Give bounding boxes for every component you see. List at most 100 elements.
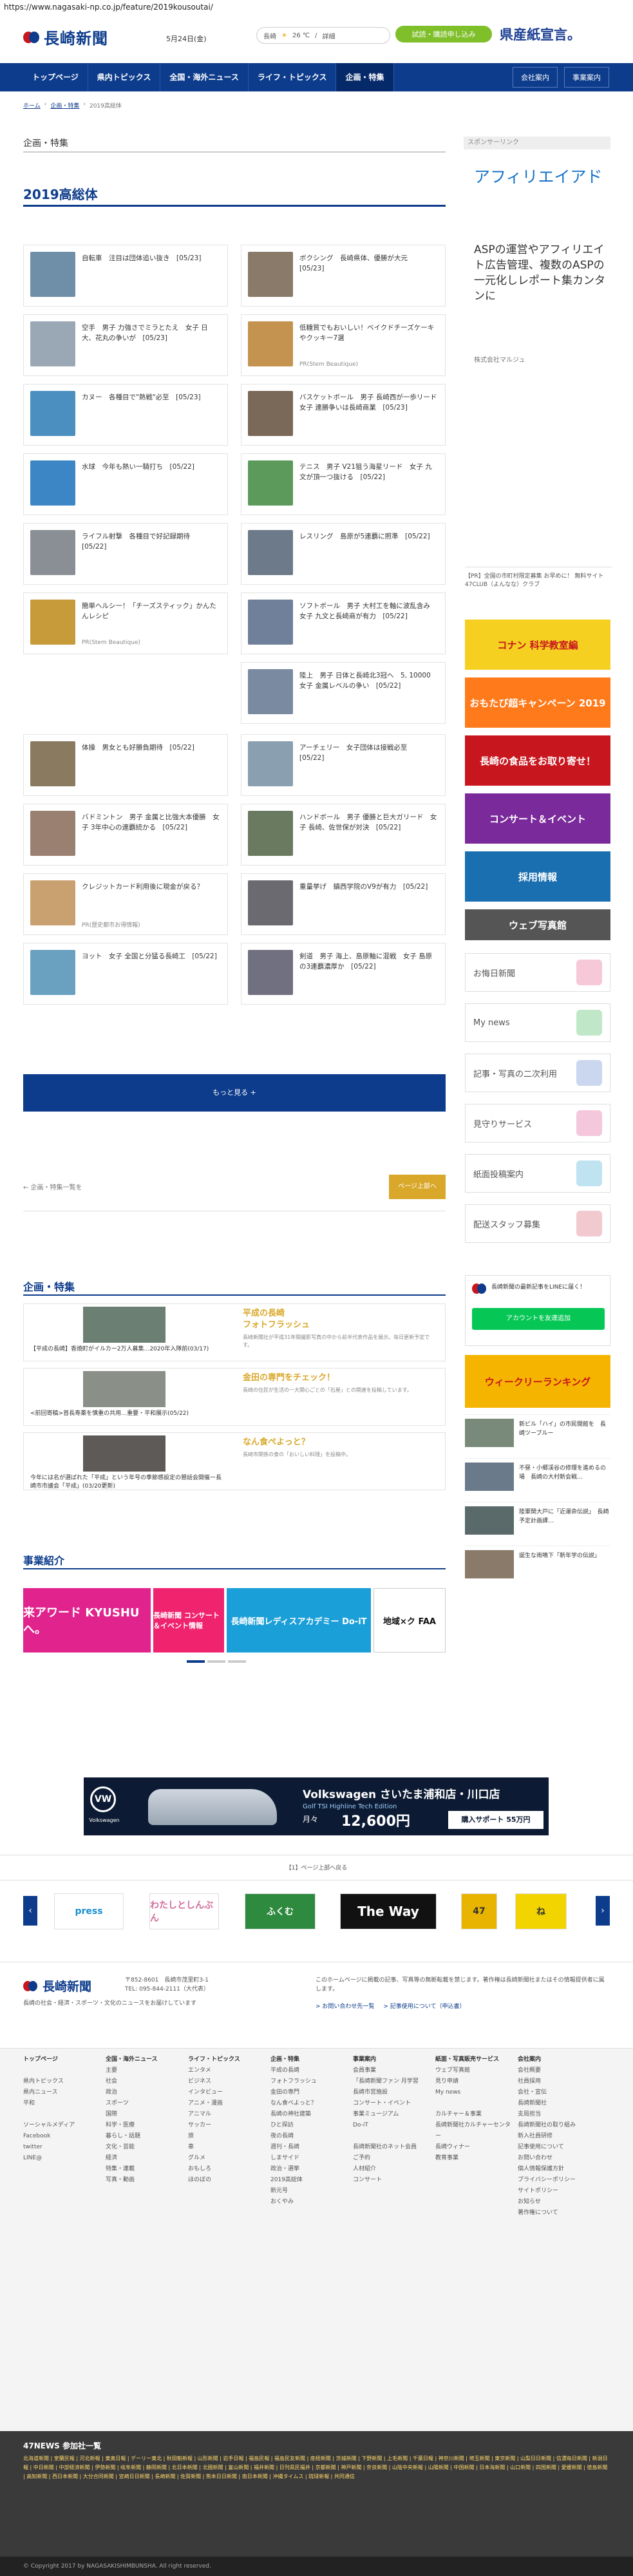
footer-usage-link[interactable]: > 記事使用について（申込書） (383, 2002, 465, 2010)
sitemap-link[interactable]: 社会 (106, 2076, 183, 2087)
sidebar-banner[interactable]: 採用情報 (465, 851, 610, 902)
article-card[interactable]: バドミントン 男子 金属と比強大本優勝 女子 3年中心の連覇続かる [05/22… (23, 804, 228, 866)
slider-dot[interactable] (228, 1660, 246, 1663)
sitemap-link[interactable]: 長崎の神社建築 (270, 2109, 348, 2120)
sidebar-button-watch[interactable]: 見守りサービス (465, 1104, 610, 1142)
sitemap-link[interactable]: 記事使用について (518, 2142, 595, 2153)
sitemap-link[interactable]: 夜の長崎 (270, 2131, 348, 2142)
sitemap-link[interactable]: インタビュー (188, 2087, 265, 2098)
feature-card[interactable]: <前回寄稿>首長寿薬を慎重の共用…重要・平和展示(05/22) 金田の専門をチェ… (23, 1368, 446, 1426)
sitemap-link[interactable]: 国際 (106, 2109, 183, 2120)
sitemap-link[interactable]: 車 (188, 2142, 265, 2153)
sidebar-article[interactable]: 不昼・小郷渓谷の修理を進めるの場 長崎の大村新会戦… (465, 1458, 610, 1492)
feature-card[interactable]: 今年には名が選ばれた「平成」という年号の季節感設定の懇話会開催ー長崎市市議会「平… (23, 1432, 446, 1490)
sitemap-link[interactable]: 会社・宣伝 (518, 2087, 595, 2098)
slider-dots[interactable] (187, 1660, 246, 1663)
site-logo[interactable]: 長崎新聞 (23, 26, 108, 48)
sitemap-link[interactable]: LINE@ (23, 2153, 100, 2164)
ranking-banner[interactable]: ウィークリーランキング (465, 1355, 610, 1408)
feature-card[interactable]: 【平成の長崎】香焼町がイルカー2万人募集…2020年入隊前(03/17) 平成の… (23, 1303, 446, 1361)
nav-item-local[interactable]: 県内トピックス (88, 63, 161, 91)
sidebar-article[interactable]: 新ビル「ハイ」の市民開館を 長崎ツーブルー (465, 1414, 610, 1448)
sitemap-link[interactable]: コンサート・イベント (353, 2098, 430, 2109)
weather-detail-link[interactable]: 詳細 (322, 31, 335, 41)
sidebar-button-staff[interactable]: 配送スタッフ募集 (465, 1204, 610, 1243)
footer-contact-link[interactable]: > お問い合わせ先一覧 (316, 2002, 374, 2010)
sidebar-button-obituary[interactable]: お悔日新聞 (465, 953, 610, 992)
sitemap-link[interactable]: 「長崎新聞ファン 月学習 (353, 2076, 430, 2087)
sitemap-link[interactable]: 科学・医療 (106, 2120, 183, 2131)
sitemap-link[interactable]: お知らせ (518, 2197, 595, 2208)
weather-widget[interactable]: 長崎 ☀ 26 ℃ / 詳細 (256, 27, 390, 44)
sitemap-link[interactable]: フォトフラッシュ (270, 2076, 348, 2087)
sitemap-link[interactable]: twitter (23, 2142, 100, 2153)
feature-list-link[interactable]: ← 企画・特集一覧を (23, 1182, 82, 1191)
sitemap-link[interactable]: コンサート (353, 2175, 430, 2186)
sitemap-link[interactable]: 個人情報保護方針 (518, 2164, 595, 2175)
sidebar-article[interactable]: 陸軍関大戸に「近運命伝説」 長崎予定計画課… (465, 1502, 610, 1535)
sitemap-link[interactable]: ソーシャルメディア (23, 2120, 100, 2131)
sitemap-link[interactable]: 特集・連載 (106, 2164, 183, 2175)
ad-cta-button[interactable]: 購入サポート 55万円 (448, 1811, 543, 1829)
article-card[interactable]: 重量挙げ 鎮西学院のV9が有力 [05/22] (241, 873, 446, 935)
sidebar-banner[interactable]: おもたび超キャンペーン 2019 (465, 677, 610, 728)
article-card[interactable]: クレジットカード利用後に現金が戻る？ PR(歴史都市お得情報) (23, 873, 228, 935)
sitemap-link[interactable]: 著作権について (518, 2208, 595, 2219)
sitemap-link[interactable]: 政治・選挙 (270, 2164, 348, 2175)
sitemap-link[interactable]: 長崎新聞社カルチャーセンター (435, 2120, 513, 2142)
page-top-button[interactable]: ページ上部へ (389, 1175, 446, 1199)
sitemap-link[interactable]: サイトポリシー (518, 2186, 595, 2197)
sitemap-link[interactable]: 見り申請 (435, 2076, 513, 2087)
sidebar-article[interactable]: 誕生な雨鳴下「新年学の伝説」 (465, 1546, 610, 1579)
sitemap-link[interactable]: サッカー (188, 2120, 265, 2131)
slider-dot[interactable] (187, 1660, 205, 1663)
sponsor-ad-desc[interactable]: ASPの運営やアフィリエイト広告管理、複数のASPの一元化しレポート集カンタンに (474, 242, 609, 304)
nav-company-button[interactable]: 会社案内 (513, 67, 558, 88)
header-banner[interactable]: 県産紙宣言。 (500, 23, 616, 45)
sitemap-link[interactable]: アニメ・漫画 (188, 2098, 265, 2109)
sitemap-link[interactable]: 暮らし・話題 (106, 2131, 183, 2142)
sitemap-link[interactable]: 県内トピックス (23, 2076, 100, 2087)
sitemap-link[interactable]: 平和 (23, 2098, 100, 2109)
partner-logo[interactable]: 47 (461, 1893, 497, 1929)
sponsor-ad-title[interactable]: アフィリエイアド (474, 166, 609, 187)
sitemap-link[interactable]: 県内ニュース (23, 2087, 100, 2098)
sitemap-heading[interactable]: ライフ・トピックス (188, 2054, 265, 2065)
business-slide[interactable]: 長崎新聞レディスアカデミー Do-iT (227, 1588, 371, 1653)
vw-ad-banner[interactable]: VW Volkswagen Volkswagen さいたま浦和店・川口店 Gol… (84, 1777, 549, 1835)
sitemap-link[interactable]: 長崎新聞社 (518, 2098, 595, 2109)
sitemap-link[interactable]: Do-iT (353, 2120, 430, 2131)
sitemap-heading[interactable]: 事業案内 (353, 2054, 430, 2065)
sidebar-pr-note[interactable]: 【PR】全国の市町村限定募集 お早めに！ 無料サイト 47CLUB（よんなな）ク… (465, 567, 612, 589)
nav-item-top[interactable]: トップページ (23, 63, 88, 91)
sitemap-link[interactable]: 支局担当 (518, 2109, 595, 2120)
sitemap-link[interactable]: ご予約 (353, 2153, 430, 2164)
article-card[interactable]: ライフル射撃 各種目で好記録期待 [05/22] (23, 523, 228, 585)
sitemap-link[interactable]: Facebook (23, 2131, 100, 2142)
sitemap-link[interactable]: 長崎市営施設 (353, 2087, 430, 2098)
chevron-right-icon[interactable]: › (596, 1896, 610, 1926)
sitemap-link[interactable]: 事業ミュージアム (353, 2109, 430, 2120)
sitemap-link[interactable]: 経済 (106, 2153, 183, 2164)
slider-dot[interactable] (207, 1660, 225, 1663)
sitemap-link[interactable]: 政治 (106, 2087, 183, 2098)
sidebar-banner[interactable]: コナン 科学教室編 (465, 620, 610, 670)
sitemap-heading[interactable]: 紙面・写真販売サービス (435, 2054, 513, 2065)
subscribe-button[interactable]: 試読・購読申し込み (395, 26, 492, 43)
partner-logo[interactable]: わたしとしんぶん (149, 1893, 219, 1929)
article-card[interactable]: ソフトボール 男子 大村工を軸に波乱含み 女子 九文と長崎商が有力 [05/22… (241, 592, 446, 654)
sidebar-banner[interactable]: コンサート＆イベント (465, 793, 610, 844)
partner-logo[interactable]: The Way (340, 1893, 437, 1929)
partner-logo[interactable]: ふくむ (245, 1893, 316, 1929)
sitemap-heading[interactable]: 会社案内 (518, 2054, 595, 2065)
sitemap-link[interactable]: アニマル (188, 2109, 265, 2120)
sitemap-link[interactable]: 平成の長崎 (270, 2065, 348, 2076)
sitemap-link[interactable]: おもしろ (188, 2164, 265, 2175)
sitemap-link[interactable]: グルメ (188, 2153, 265, 2164)
article-card[interactable]: 体操 男女とも好勝負期待 [05/22] (23, 734, 228, 796)
sitemap-link[interactable]: お問い合わせ (518, 2153, 595, 2164)
more-button[interactable]: もっと見る + (23, 1074, 446, 1112)
sitemap-link[interactable]: My news (435, 2087, 513, 2098)
chevron-left-icon[interactable]: ‹ (23, 1896, 37, 1926)
sitemap-link[interactable]: 社員採用 (518, 2076, 595, 2087)
